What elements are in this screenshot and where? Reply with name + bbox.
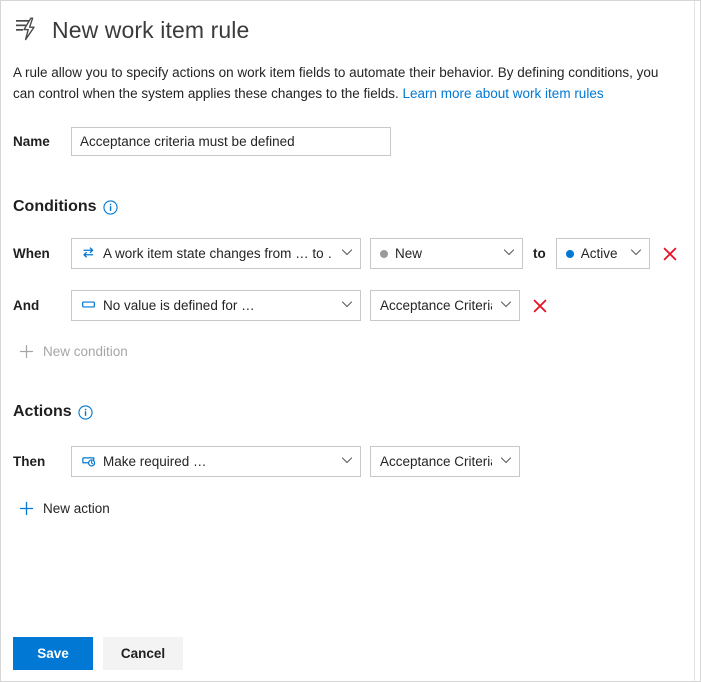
state-change-arrows-icon bbox=[81, 245, 96, 263]
cancel-button[interactable]: Cancel bbox=[103, 637, 183, 670]
dialog-content: New work item rule A rule allow you to s… bbox=[1, 1, 694, 681]
condition-to-word: to bbox=[533, 246, 546, 261]
info-icon[interactable] bbox=[102, 199, 118, 215]
condition-and-field-text: Acceptance Criteria bbox=[380, 298, 492, 313]
condition-row-and: And No value is defined for … Acceptance… bbox=[13, 290, 694, 321]
chevron-down-icon bbox=[341, 298, 353, 313]
condition-when-rule-dropdown[interactable]: A work item state changes from … to … bbox=[71, 238, 361, 269]
condition-to-state-text: Active bbox=[580, 246, 618, 261]
plus-icon bbox=[19, 344, 34, 359]
delete-condition-and-icon[interactable] bbox=[531, 297, 549, 315]
condition-row-when: When A work item state changes from … to… bbox=[13, 238, 694, 269]
condition-when-label: When bbox=[13, 246, 50, 261]
action-then-field-text: Acceptance Criteria bbox=[380, 454, 492, 469]
condition-and-rule-text: No value is defined for … bbox=[103, 298, 255, 313]
page-title: New work item rule bbox=[52, 16, 250, 43]
description-text: A rule allow you to specify actions on w… bbox=[13, 62, 687, 104]
new-action-label: New action bbox=[43, 501, 110, 516]
new-condition-label: New condition bbox=[43, 344, 128, 359]
make-required-icon bbox=[81, 453, 96, 471]
condition-when-rule-text: A work item state changes from … to … bbox=[103, 246, 333, 261]
action-then-label: Then bbox=[13, 454, 46, 469]
plus-icon bbox=[19, 501, 34, 516]
state-dot-active bbox=[565, 249, 574, 258]
rule-lightning-icon bbox=[13, 15, 43, 45]
name-input[interactable] bbox=[71, 127, 391, 156]
action-then-rule-dropdown[interactable]: Make required … bbox=[71, 446, 361, 477]
dialog-header: New work item rule bbox=[1, 1, 694, 45]
chevron-down-icon bbox=[630, 246, 642, 261]
info-icon[interactable] bbox=[78, 404, 93, 420]
chevron-down-icon bbox=[503, 246, 515, 261]
textbox-icon bbox=[81, 297, 96, 315]
actions-heading-label: Actions bbox=[13, 403, 72, 420]
condition-and-field-dropdown[interactable]: Acceptance Criteria bbox=[370, 290, 520, 321]
chevron-down-icon bbox=[341, 246, 353, 261]
condition-and-label: And bbox=[13, 298, 40, 313]
chevron-down-icon bbox=[500, 454, 512, 469]
panel-right-edge bbox=[694, 1, 700, 681]
state-dot-new bbox=[380, 249, 388, 258]
action-row-then: Then Make required … Acceptance Criteria bbox=[13, 446, 694, 477]
action-then-field-dropdown[interactable]: Acceptance Criteria bbox=[370, 446, 520, 477]
name-label: Name bbox=[13, 134, 50, 149]
condition-from-state-text: New bbox=[395, 246, 423, 261]
new-condition-button[interactable]: New condition bbox=[19, 344, 154, 359]
actions-heading: Actions bbox=[13, 403, 694, 421]
save-button[interactable]: Save bbox=[13, 637, 93, 670]
conditions-heading: Conditions bbox=[13, 198, 694, 216]
name-row: Name bbox=[13, 127, 694, 156]
learn-more-link[interactable]: Learn more about work item rules bbox=[402, 86, 603, 101]
new-action-button[interactable]: New action bbox=[19, 501, 154, 516]
condition-from-state-dropdown[interactable]: New bbox=[370, 238, 523, 269]
dialog-footer: Save Cancel bbox=[13, 637, 183, 670]
condition-and-rule-dropdown[interactable]: No value is defined for … bbox=[71, 290, 361, 321]
action-then-rule-text: Make required … bbox=[103, 454, 207, 469]
conditions-heading-label: Conditions bbox=[13, 198, 97, 215]
condition-to-state-dropdown[interactable]: Active bbox=[555, 238, 650, 269]
new-work-item-rule-dialog: New work item rule A rule allow you to s… bbox=[0, 0, 701, 682]
chevron-down-icon bbox=[341, 454, 353, 469]
chevron-down-icon bbox=[500, 298, 512, 313]
delete-condition-when-icon[interactable] bbox=[661, 245, 679, 263]
